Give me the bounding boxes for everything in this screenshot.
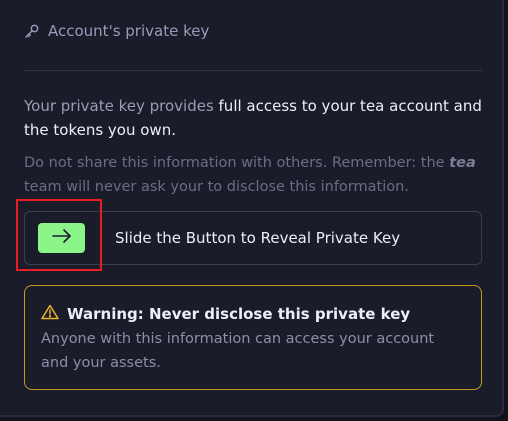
warning-box: Warning: Never disclose this private key…	[24, 285, 482, 390]
reveal-slide-button[interactable]	[38, 223, 85, 253]
panel-header: Account's private key	[24, 22, 209, 40]
caution-text-end: team will never ask your to disclose thi…	[24, 179, 409, 195]
caution-text-start: Do not share this information with other…	[24, 155, 450, 171]
reveal-slider-label: Slide the Button to Reveal Private Key	[115, 229, 401, 247]
warning-text: Anyone with this information can access …	[41, 331, 435, 371]
header-divider	[24, 70, 482, 71]
warning-triangle-icon	[41, 304, 59, 324]
panel-title: Account's private key	[48, 22, 210, 40]
private-key-panel: Account's private key Your private key p…	[0, 0, 504, 417]
key-icon	[24, 23, 40, 39]
warning-title: Warning: Never disclose this private key	[67, 305, 411, 323]
access-description-intro: Your private key provides	[24, 97, 219, 115]
reveal-slider-track[interactable]: Slide the Button to Reveal Private Key	[24, 211, 482, 265]
warning-title-row: Warning: Never disclose this private key	[41, 304, 410, 324]
arrow-right-icon	[51, 228, 73, 248]
caution-text: Do not share this information with other…	[24, 151, 482, 199]
tea-brand-word: tea	[449, 155, 476, 171]
access-description: Your private key provides full access to…	[24, 94, 482, 142]
